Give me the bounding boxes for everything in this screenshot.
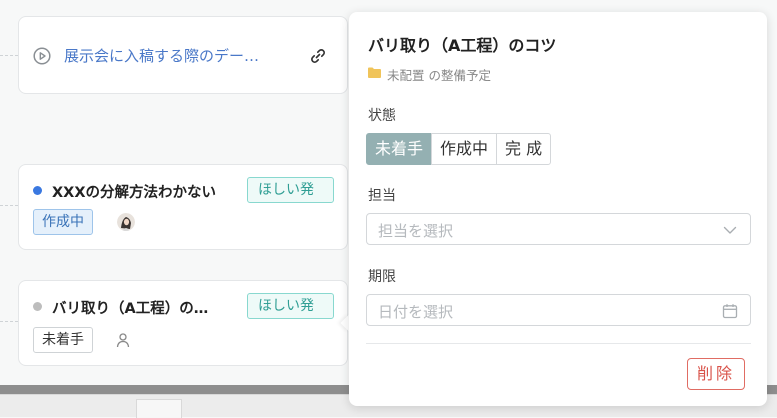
status-segmented-control: 未着手 作成中 完 成 (366, 133, 552, 165)
card-title: バリ取り（A工程）の… (52, 301, 209, 317)
status-dot (33, 186, 42, 195)
status-dot (33, 302, 42, 311)
card-title: XXXの分解方法わかない (52, 185, 217, 201)
folder-path[interactable]: 未配置 の整備予定 (387, 65, 491, 84)
want-tag: ほしい発 (247, 177, 334, 203)
status-label: 状態 (368, 108, 396, 124)
due-date-picker[interactable]: 日付を選択 (366, 294, 751, 326)
due-label: 期限 (368, 269, 396, 285)
popup-title: バリ取り（A工程）のコツ (368, 36, 557, 55)
folder-icon (368, 67, 381, 78)
connector-line (0, 55, 18, 56)
bottom-tab[interactable] (136, 399, 182, 418)
assignee-label: 担当 (368, 188, 396, 204)
request-card[interactable]: バリ取り（A工程）の… ほしい発 未着手 (18, 280, 348, 366)
want-tag: ほしい発 (247, 293, 334, 319)
connector-line (0, 321, 18, 322)
assignee-select[interactable]: 担当を選択 (366, 213, 751, 245)
assignee-placeholder: 担当を選択 (378, 222, 454, 240)
status-option-done[interactable]: 完 成 (496, 133, 552, 165)
calendar-icon (722, 304, 738, 319)
connector-line (0, 205, 18, 206)
status-badge: 未着手 (33, 327, 93, 353)
status-option-in-progress[interactable]: 作成中 (431, 133, 498, 165)
card-detail-popover: バリ取り（A工程）のコツ 未配置 の整備予定 状態 未着手 作成中 完 成 担当… (349, 12, 767, 406)
request-card[interactable]: XXXの分解方法わかない ほしい発 作成中 (18, 164, 348, 250)
avatar[interactable] (117, 213, 135, 231)
link-icon[interactable] (308, 46, 328, 66)
status-badge: 作成中 (33, 209, 93, 235)
due-placeholder: 日付を選択 (378, 303, 454, 321)
status-option-todo[interactable]: 未着手 (366, 133, 433, 165)
card-title-link[interactable]: 展示会に入稿する際のデー… (64, 45, 259, 66)
delete-button[interactable]: 削除 (687, 358, 746, 390)
content-card[interactable]: 展示会に入稿する際のデー… (18, 16, 348, 94)
person-icon[interactable] (115, 332, 131, 348)
play-circle-icon[interactable] (33, 47, 51, 65)
chevron-down-icon (723, 226, 737, 234)
divider (366, 343, 751, 344)
